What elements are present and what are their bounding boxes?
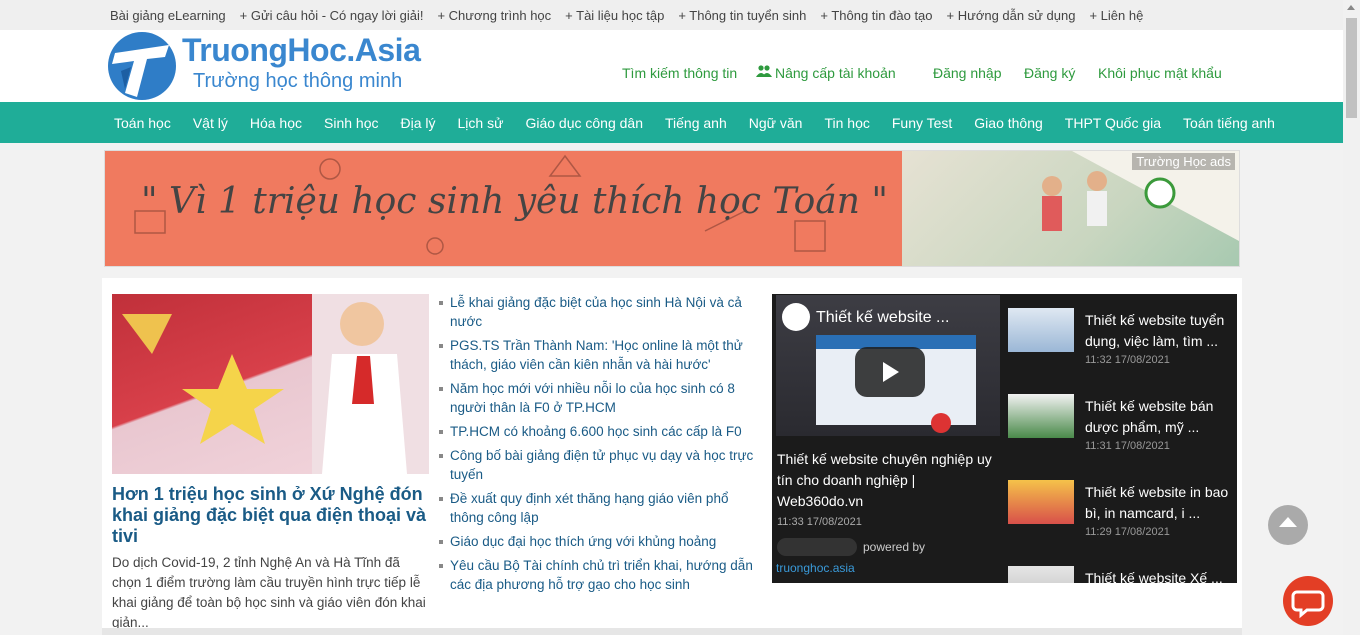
top-link-curriculum[interactable]: + Chương trình học (437, 8, 551, 23)
video-list-time: 11:31 17/08/2021 (1085, 440, 1170, 452)
logo-icon (108, 32, 176, 100)
top-link-training[interactable]: + Thông tin đào tạo (820, 8, 932, 23)
nav-funy-test[interactable]: Funy Test (892, 115, 952, 131)
news-list: Lễ khai giảng đặc biệt của học sinh Hà N… (439, 293, 761, 599)
video-list-item[interactable]: Thiết kế website in bao bì, in namcard, … (1008, 466, 1233, 552)
video-thumb (1008, 394, 1074, 438)
scroll-up-icon[interactable] (1347, 5, 1355, 10)
logo-title: TruongHoc.Asia (182, 32, 421, 68)
top-link-ask-question[interactable]: + Gửi câu hỏi - Có ngay lời giải! (240, 8, 424, 23)
video-time: 11:33 17/08/2021 (777, 516, 862, 528)
logo-subtitle: Trường học thông minh (193, 70, 403, 92)
news-item[interactable]: TP.HCM có khoảng 6.600 học sinh các cấp … (439, 422, 761, 441)
nav-biology[interactable]: Sinh học (324, 115, 378, 131)
news-item[interactable]: PGS.TS Trần Thành Nam: 'Học online là mộ… (439, 336, 761, 374)
video-list-item[interactable]: Thiết kế website bán dược phẩm, mỹ ... 1… (1008, 380, 1233, 466)
subject-nav: Toán học Vật lý Hóa học Sinh học Địa lý … (0, 102, 1343, 143)
site-logo[interactable]: TruongHoc.Asia Trường học thông minh (107, 30, 437, 102)
news-item[interactable]: Năm học mới với nhiều nỗi lo của học sin… (439, 379, 761, 417)
content-divider (102, 628, 1242, 635)
nav-informatics[interactable]: Tin học (824, 115, 869, 131)
video-list-time: 11:29 17/08/2021 (1085, 526, 1170, 538)
login-link[interactable]: Đăng nhập (933, 65, 1002, 81)
top-link-materials[interactable]: + Tài liệu học tập (565, 8, 664, 23)
video-thumb (1008, 566, 1074, 583)
site-header: TruongHoc.Asia Trường học thông minh Tìm… (0, 30, 1343, 102)
nav-literature[interactable]: Ngữ văn (749, 115, 803, 131)
play-icon[interactable] (855, 347, 925, 397)
nav-math[interactable]: Toán học (114, 115, 171, 131)
users-icon (756, 65, 772, 81)
news-item[interactable]: Công bố bài giảng điện tử phục vụ dạy và… (439, 446, 761, 484)
video-list-item[interactable]: Thiết kế website tuyển dụng, việc làm, t… (1008, 294, 1233, 380)
recover-password-link[interactable]: Khôi phục mật khẩu (1098, 65, 1222, 81)
video-list-title: Thiết kế website tuyển dụng, việc làm, t… (1085, 312, 1225, 349)
video-thumb (1008, 308, 1074, 352)
scroll-to-top-icon[interactable] (1268, 505, 1308, 545)
lead-article-image[interactable] (112, 294, 429, 474)
nav-english-math[interactable]: Toán tiếng anh (1183, 115, 1275, 131)
top-link-guide[interactable]: + Hướng dẫn sử dụng (947, 8, 1076, 23)
video-list-time: 11:32 17/08/2021 (1085, 354, 1170, 366)
sponsor-logo (777, 538, 857, 556)
video-site-link[interactable]: truonghoc.asia (776, 561, 855, 575)
top-link-contact[interactable]: + Liên hệ (1089, 8, 1143, 23)
nav-national-exam[interactable]: THPT Quốc gia (1065, 115, 1161, 131)
nav-physics[interactable]: Vật lý (193, 115, 228, 131)
top-link-elearning[interactable]: Bài giảng eLearning (110, 8, 226, 23)
news-item[interactable]: Giáo dục đại học thích ứng với khủng hoả… (439, 532, 761, 551)
ad-banner[interactable]: " Vì 1 triệu học sinh yêu thích học Toán… (104, 150, 1240, 267)
top-link-admissions[interactable]: + Thông tin tuyển sinh (678, 8, 806, 23)
video-list-title: Thiết kế website Xế ... (1085, 570, 1223, 583)
nav-english[interactable]: Tiếng anh (665, 115, 727, 131)
ads-label[interactable]: Trường Học ads (1132, 153, 1235, 170)
nav-history[interactable]: Lịch sử (458, 115, 504, 131)
nav-geography[interactable]: Địa lý (400, 115, 435, 131)
search-link[interactable]: Tìm kiếm thông tin (622, 65, 737, 81)
lead-article-summary: Do dịch Covid-19, 2 tỉnh Nghệ An và Hà T… (112, 555, 426, 630)
video-title[interactable]: Thiết kế website chuyên nghiệp uy tín ch… (777, 449, 997, 512)
video-list-title: Thiết kế website bán dược phẩm, mỹ ... (1085, 398, 1214, 435)
register-link[interactable]: Đăng ký (1024, 65, 1075, 81)
news-item[interactable]: Yêu cầu Bộ Tài chính chủ trì triển khai,… (439, 556, 761, 594)
chat-icon[interactable] (1283, 576, 1333, 626)
video-thumb (1008, 480, 1074, 524)
video-player[interactable]: Thiết kế website ... (776, 295, 1000, 436)
video-list-item[interactable]: Thiết kế website Xế ... (1008, 552, 1233, 583)
news-item[interactable]: Lễ khai giảng đặc biệt của học sinh Hà N… (439, 293, 761, 331)
video-overlay-title: Thiết kế website ... (816, 309, 950, 326)
video-widget: Thiết kế website ... Thiết kế website ch… (772, 294, 1237, 583)
news-item[interactable]: Đề xuất quy định xét thăng hạng giáo viê… (439, 489, 761, 527)
lead-article-title[interactable]: Hơn 1 triệu học sinh ở Xứ Nghệ đón khai … (112, 484, 432, 547)
nav-traffic[interactable]: Giao thông (974, 115, 1043, 131)
video-list-title: Thiết kế website in bao bì, in namcard, … (1085, 484, 1229, 521)
powered-by: powered by (777, 538, 925, 556)
upgrade-account-link[interactable]: Nâng cấp tài khoản (775, 65, 896, 81)
nav-chemistry[interactable]: Hóa học (250, 115, 302, 131)
page-scrollbar[interactable] (1343, 0, 1360, 635)
nav-civics[interactable]: Giáo dục công dân (525, 115, 643, 131)
scrollbar-thumb[interactable] (1346, 18, 1357, 118)
banner-slogan: " Vì 1 triệu học sinh yêu thích học Toán… (141, 181, 888, 222)
top-links-bar: Bài giảng eLearning + Gửi câu hỏi - Có n… (0, 0, 1343, 30)
powered-by-label: powered by (863, 540, 926, 554)
